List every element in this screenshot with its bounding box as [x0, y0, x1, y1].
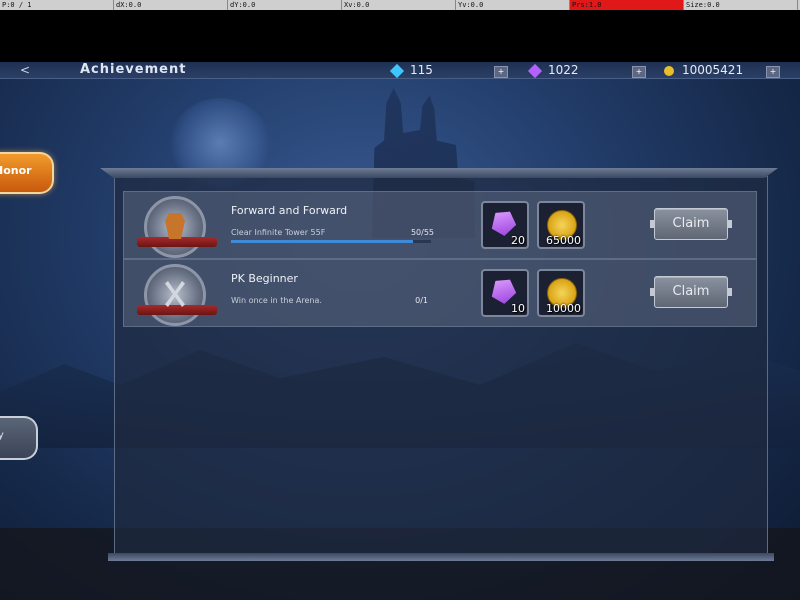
panel-bottom-frame	[108, 553, 774, 561]
reward-gold[interactable]: 10000	[537, 269, 585, 317]
reward-gem[interactable]: 10	[481, 269, 529, 317]
achievement-description: Win once in the Arena.	[231, 296, 322, 305]
panel-top-frame	[100, 168, 778, 178]
achievement-progress-bar	[231, 240, 431, 243]
reward-quantity: 20	[511, 234, 525, 247]
page-title: Achievement	[80, 62, 187, 77]
tower-badge-icon	[137, 196, 217, 258]
add-gems-button[interactable]: +	[632, 66, 646, 78]
tab-activity[interactable]: ty	[0, 416, 38, 460]
diamond-counter: 115	[389, 62, 433, 78]
gold-counter: 10005421	[664, 62, 743, 78]
achievement-row: Forward and Forward Clear Infinite Tower…	[123, 191, 757, 259]
reward-quantity: 10000	[546, 302, 581, 315]
achievement-description: Clear Infinite Tower 55F	[231, 228, 326, 237]
swords-badge-icon	[137, 264, 217, 326]
gold-coin-icon	[664, 65, 674, 76]
gem-amount: 1022	[548, 63, 579, 77]
debug-xv: Xv:0.0	[342, 0, 456, 10]
gem-counter: 1022	[527, 62, 579, 78]
reward-gem[interactable]: 20	[481, 201, 529, 249]
debug-pressure: Prs:1.0	[570, 0, 684, 10]
diamond-icon	[389, 63, 405, 78]
debug-yv: Yv:0.0	[456, 0, 570, 10]
achievement-row: PK Beginner Win once in the Arena. 0/1 1…	[123, 259, 757, 327]
debug-dx: dX:0.0	[114, 0, 228, 10]
debug-pointer: P:0 / 1	[0, 0, 114, 10]
back-button[interactable]: <	[20, 62, 60, 78]
debug-size: Size:0.0	[684, 0, 798, 10]
reward-gold[interactable]: 65000	[537, 201, 585, 249]
tab-activity-label: ty	[0, 430, 4, 441]
tab-honor-label: Honor	[0, 164, 32, 177]
claim-button[interactable]: Claim	[650, 276, 732, 308]
debug-overlay-bar: P:0 / 1 dX:0.0 dY:0.0 Xv:0.0 Yv:0.0 Prs:…	[0, 0, 800, 10]
claim-button[interactable]: Claim	[650, 208, 732, 240]
gold-amount: 10005421	[682, 63, 744, 77]
add-diamonds-button[interactable]: +	[494, 66, 508, 78]
debug-dy: dY:0.0	[228, 0, 342, 10]
diamond-amount: 115	[410, 63, 433, 77]
purple-gem-icon	[527, 63, 543, 78]
add-gold-button[interactable]: +	[766, 66, 780, 78]
reward-quantity: 65000	[546, 234, 581, 247]
tab-honor[interactable]: Honor	[0, 152, 54, 194]
achievement-progress-text: 0/1	[415, 296, 428, 305]
achievement-title: PK Beginner	[231, 272, 298, 285]
progress-fill	[231, 240, 413, 243]
achievement-title: Forward and Forward	[231, 204, 348, 217]
reward-quantity: 10	[511, 302, 525, 315]
achievement-progress-text: 50/55	[410, 228, 434, 237]
